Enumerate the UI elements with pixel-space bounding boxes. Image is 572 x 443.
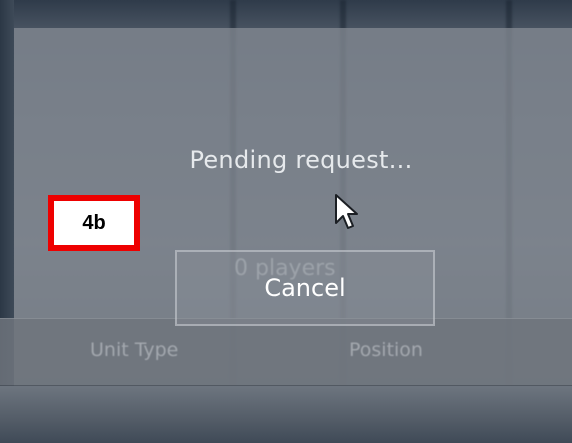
- mouse-pointer-icon: [334, 193, 360, 235]
- column-header-unit-type: Unit Type: [90, 339, 179, 361]
- cancel-button[interactable]: Cancel: [175, 250, 435, 326]
- roster-header-row: [0, 318, 572, 386]
- roster-bottom-band: [0, 386, 572, 443]
- step-annotation-badge: 4b: [48, 195, 140, 251]
- column-header-position: Position: [349, 339, 423, 361]
- top-band: [0, 0, 572, 28]
- pending-request-text: Pending request...: [189, 146, 413, 174]
- game-screen: Unit Type Position Pending request... 0 …: [0, 0, 572, 443]
